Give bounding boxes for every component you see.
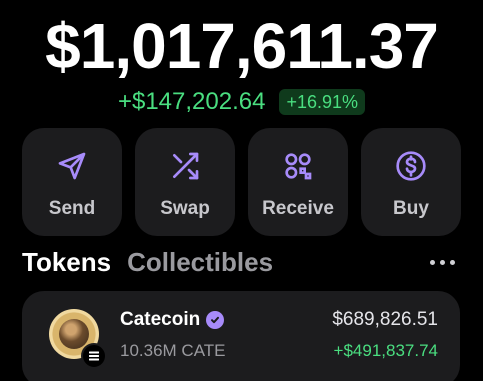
verified-check-icon: [206, 311, 225, 329]
qr-code-icon: [285, 153, 312, 180]
token-gain: +$491,837.74: [333, 341, 438, 360]
token-value: $689,826.51: [332, 309, 438, 330]
receive-button[interactable]: Receive: [248, 128, 348, 236]
action-buttons: Send Swap Receive Buy: [22, 128, 461, 236]
tab-collectibles[interactable]: Collectibles: [127, 244, 273, 280]
token-name: Catecoin: [120, 309, 201, 330]
more-options-icon[interactable]: [430, 259, 461, 265]
total-balance: $1,017,611.37: [45, 10, 439, 82]
token-name-row: Catecoin: [120, 309, 225, 331]
dollar-icon: [396, 151, 426, 181]
tab-tokens[interactable]: Tokens: [22, 244, 111, 280]
token-balance: 10.36M CATE: [120, 341, 226, 360]
send-label: Send: [48, 198, 96, 219]
token-row-catecoin[interactable]: Catecoin 10.36M CATE $689,826.51 +$491,8…: [22, 291, 460, 381]
solana-icon: [81, 343, 107, 369]
send-icon: [58, 152, 86, 180]
wallet-home: $1,017,611.37 +$147,202.64 +16.91% Send …: [0, 0, 483, 381]
send-button[interactable]: Send: [22, 128, 122, 236]
swap-button[interactable]: Swap: [135, 128, 235, 236]
balance-change: +$147,202.64 +16.91%: [0, 86, 483, 118]
buy-label: Buy: [393, 198, 429, 219]
change-amount: +$147,202.64: [117, 88, 266, 115]
asset-tabs: Tokens Collectibles: [22, 244, 461, 280]
swap-label: Swap: [160, 198, 210, 219]
change-percent-badge: +16.91%: [279, 89, 366, 115]
receive-label: Receive: [262, 198, 334, 219]
swap-icon: [173, 152, 199, 180]
buy-button[interactable]: Buy: [361, 128, 461, 236]
